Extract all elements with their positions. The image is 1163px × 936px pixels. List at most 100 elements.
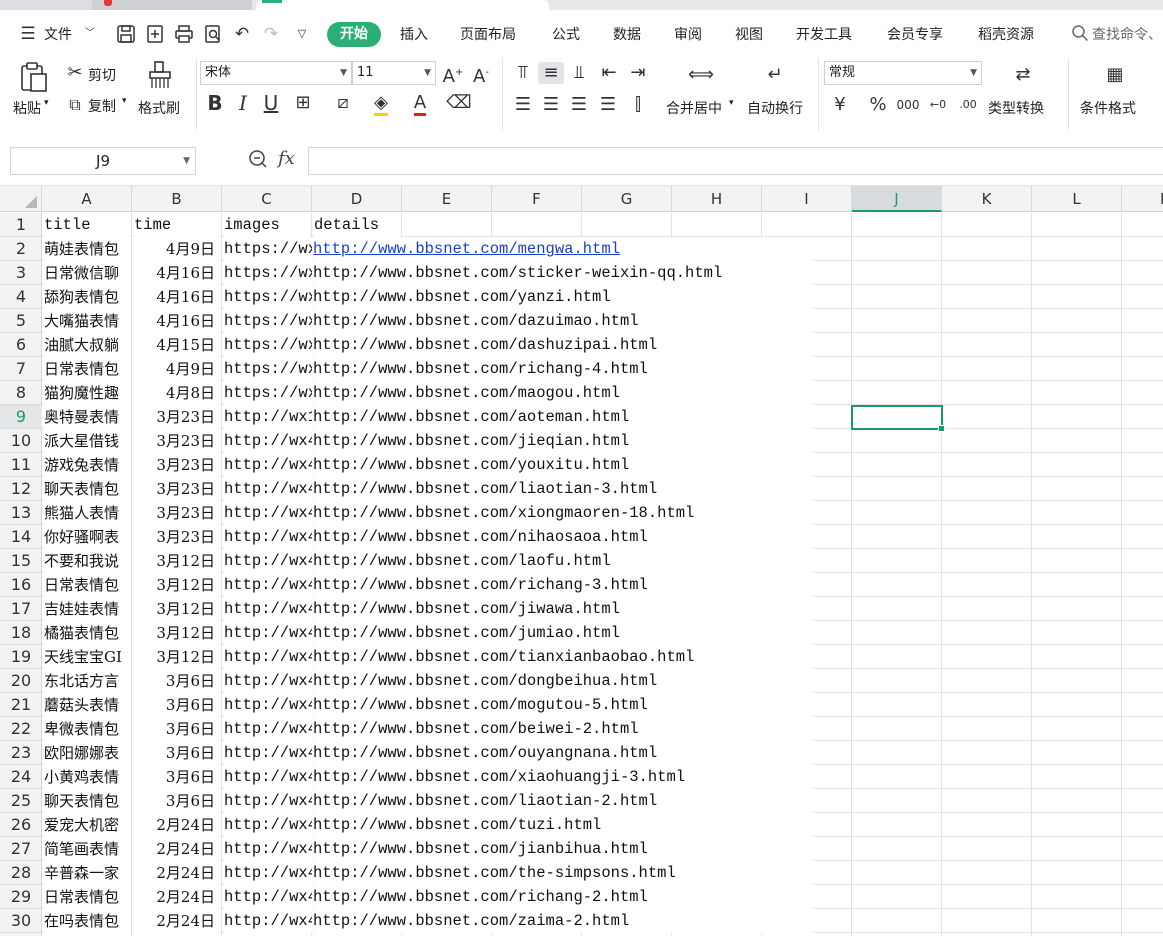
chevron-down-icon[interactable]: ﹀ xyxy=(80,24,100,44)
cell-details-url[interactable]: http://www.bbsnet.com/maogou.html xyxy=(313,381,813,405)
cell-details-url[interactable]: http://www.bbsnet.com/mengwa.html xyxy=(313,237,813,261)
tab-data[interactable]: 数据 xyxy=(613,24,641,44)
row-header[interactable]: 9 xyxy=(0,405,42,429)
quick-access-more-icon[interactable]: ▽ xyxy=(292,24,312,44)
column-header-i[interactable]: I xyxy=(762,186,852,212)
cell-image-url[interactable]: http://wx4 xyxy=(224,669,312,693)
wrap-text-button[interactable]: 自动换行 xyxy=(747,98,803,118)
cell-details-url[interactable]: http://www.bbsnet.com/mogutou-5.html xyxy=(313,693,813,717)
row-header[interactable]: 15 xyxy=(0,549,42,573)
tab-review[interactable]: 审阅 xyxy=(674,24,702,44)
scissors-icon[interactable]: ✂ xyxy=(64,62,86,84)
cell-time[interactable]: 2月24日 xyxy=(133,813,220,837)
cell-details-url[interactable]: http://www.bbsnet.com/aoteman.html xyxy=(313,405,813,429)
cell-time[interactable]: 4月15日 xyxy=(133,333,220,357)
cell-time[interactable]: 3月6日 xyxy=(133,669,220,693)
cell-time[interactable]: 3月12日 xyxy=(133,621,220,645)
conditional-format-button[interactable]: 条件格式 xyxy=(1080,98,1136,118)
cell-title[interactable]: 大嘴猫表情 xyxy=(44,309,131,333)
align-middle-icon[interactable]: ≡ xyxy=(538,62,564,84)
row-header[interactable]: 14 xyxy=(0,525,42,549)
row-header[interactable]: 26 xyxy=(0,813,42,837)
cell-title[interactable]: 吉娃娃表情 xyxy=(44,597,131,621)
row-header[interactable]: 8 xyxy=(0,381,42,405)
copy-dropdown-icon[interactable]: ▾ xyxy=(122,96,127,106)
cell-image-url[interactable]: http://wx4 xyxy=(224,645,312,669)
cell-image-url[interactable]: http://wx4 xyxy=(224,693,312,717)
cell-time[interactable]: 3月23日 xyxy=(133,525,220,549)
row-header[interactable]: 23 xyxy=(0,741,42,765)
align-left-icon[interactable]: ☰ xyxy=(512,94,534,116)
cell-header-images[interactable]: images xyxy=(224,213,310,237)
thousands-separator-icon[interactable]: 000 xyxy=(896,94,920,116)
decrease-font-icon[interactable]: A- xyxy=(470,62,492,88)
row-header[interactable]: 2 xyxy=(0,237,42,261)
tab-developer[interactable]: 开发工具 xyxy=(796,24,852,44)
row-header[interactable]: 4 xyxy=(0,285,42,309)
cell-style-icon[interactable]: ⧄ xyxy=(330,92,356,114)
cell-title[interactable]: 舔狗表情包 xyxy=(44,285,131,309)
cell-details-url[interactable]: http://www.bbsnet.com/dazuimao.html xyxy=(313,309,813,333)
cell-details-url[interactable]: http://www.bbsnet.com/zaima-2.html xyxy=(313,909,813,933)
cell-title[interactable]: 天线宝宝GI xyxy=(44,645,131,669)
column-header-k[interactable]: K xyxy=(942,186,1032,212)
bold-icon[interactable]: B xyxy=(204,92,226,114)
cell-details-url[interactable]: http://www.bbsnet.com/yanzi.html xyxy=(313,285,813,309)
cell-image-url[interactable]: https://wx xyxy=(224,357,312,381)
redo-icon[interactable]: ↷ xyxy=(261,24,281,44)
cell-title[interactable]: 日常表情包 xyxy=(44,885,131,909)
cell-details-url[interactable]: http://www.bbsnet.com/jieqian.html xyxy=(313,429,813,453)
cell-time[interactable]: 3月6日 xyxy=(133,789,220,813)
fill-color-icon[interactable]: ◈ xyxy=(368,92,394,116)
cell-details-url[interactable]: http://www.bbsnet.com/tianxianbaobao.htm… xyxy=(313,645,813,669)
number-format-select[interactable]: 常规 ▼ xyxy=(824,61,982,85)
cell-time[interactable]: 4月9日 xyxy=(133,357,220,381)
undo-icon[interactable]: ↶ xyxy=(232,24,252,44)
column-header-f[interactable]: F xyxy=(492,186,582,212)
save-icon[interactable] xyxy=(116,24,136,44)
cell-details-url[interactable]: http://www.bbsnet.com/jumiao.html xyxy=(313,621,813,645)
cell-image-url[interactable]: http://wx4 xyxy=(224,789,312,813)
wrap-text-icon[interactable]: ↵ xyxy=(760,64,790,86)
tab-view[interactable]: 视图 xyxy=(735,24,763,44)
print-preview-icon[interactable] xyxy=(203,24,223,44)
row-header[interactable]: 13 xyxy=(0,501,42,525)
cell-title[interactable]: 日常表情包 xyxy=(44,357,131,381)
cell-details-url[interactable]: http://www.bbsnet.com/nihaosaoa.html xyxy=(313,525,813,549)
cut-button[interactable]: 剪切 xyxy=(88,65,116,85)
cell-header-time[interactable]: time xyxy=(134,213,220,237)
row-header[interactable]: 16 xyxy=(0,573,42,597)
copy-icon[interactable]: ⧉ xyxy=(64,94,86,116)
tab-formula[interactable]: 公式 xyxy=(552,24,580,44)
cell-time[interactable]: 2月24日 xyxy=(133,909,220,933)
border-icon[interactable]: ⊞ xyxy=(290,92,316,114)
cell-image-url[interactable]: http://wx4 xyxy=(224,429,312,453)
cell-image-url[interactable]: http://wx4 xyxy=(224,525,312,549)
cell-image-url[interactable]: http://wx4 xyxy=(224,885,312,909)
row-header[interactable]: 25 xyxy=(0,789,42,813)
cell-title[interactable]: 卑微表情包 xyxy=(44,717,131,741)
cell-details-url[interactable]: http://www.bbsnet.com/jianbihua.html xyxy=(313,837,813,861)
cell-area[interactable]: title time images details 萌娃表情包 4月9日 https://w… xyxy=(42,213,1163,936)
cell-image-url[interactable]: http://wx4 xyxy=(224,549,312,573)
cell-title[interactable]: 小黄鸡表情 xyxy=(44,765,131,789)
cell-details-url[interactable]: http://www.bbsnet.com/jiwawa.html xyxy=(313,597,813,621)
row-header[interactable]: 28 xyxy=(0,861,42,885)
row-header[interactable]: 6 xyxy=(0,333,42,357)
cell-time[interactable]: 3月12日 xyxy=(133,597,220,621)
column-header-e[interactable]: E xyxy=(402,186,492,212)
cell-details-url[interactable]: http://www.bbsnet.com/dongbeihua.html xyxy=(313,669,813,693)
cell-details-url[interactable]: http://www.bbsnet.com/richang-2.html xyxy=(313,885,813,909)
cell-title[interactable]: 游戏兔表情 xyxy=(44,453,131,477)
cell-image-url[interactable]: https://wx xyxy=(224,333,312,357)
column-header-j[interactable]: J xyxy=(852,186,942,212)
tab-insert[interactable]: 插入 xyxy=(400,24,428,44)
align-right-icon[interactable]: ☰ xyxy=(568,94,590,116)
cell-title[interactable]: 不要和我说 xyxy=(44,549,131,573)
cell-title[interactable]: 在吗表情包 xyxy=(44,909,131,933)
cell-header-title[interactable]: title xyxy=(44,213,130,237)
tab-member[interactable]: 会员专享 xyxy=(887,24,943,44)
cell-title[interactable]: 派大星借钱 xyxy=(44,429,131,453)
row-header[interactable]: 22 xyxy=(0,717,42,741)
column-header-l[interactable]: L xyxy=(1032,186,1122,212)
